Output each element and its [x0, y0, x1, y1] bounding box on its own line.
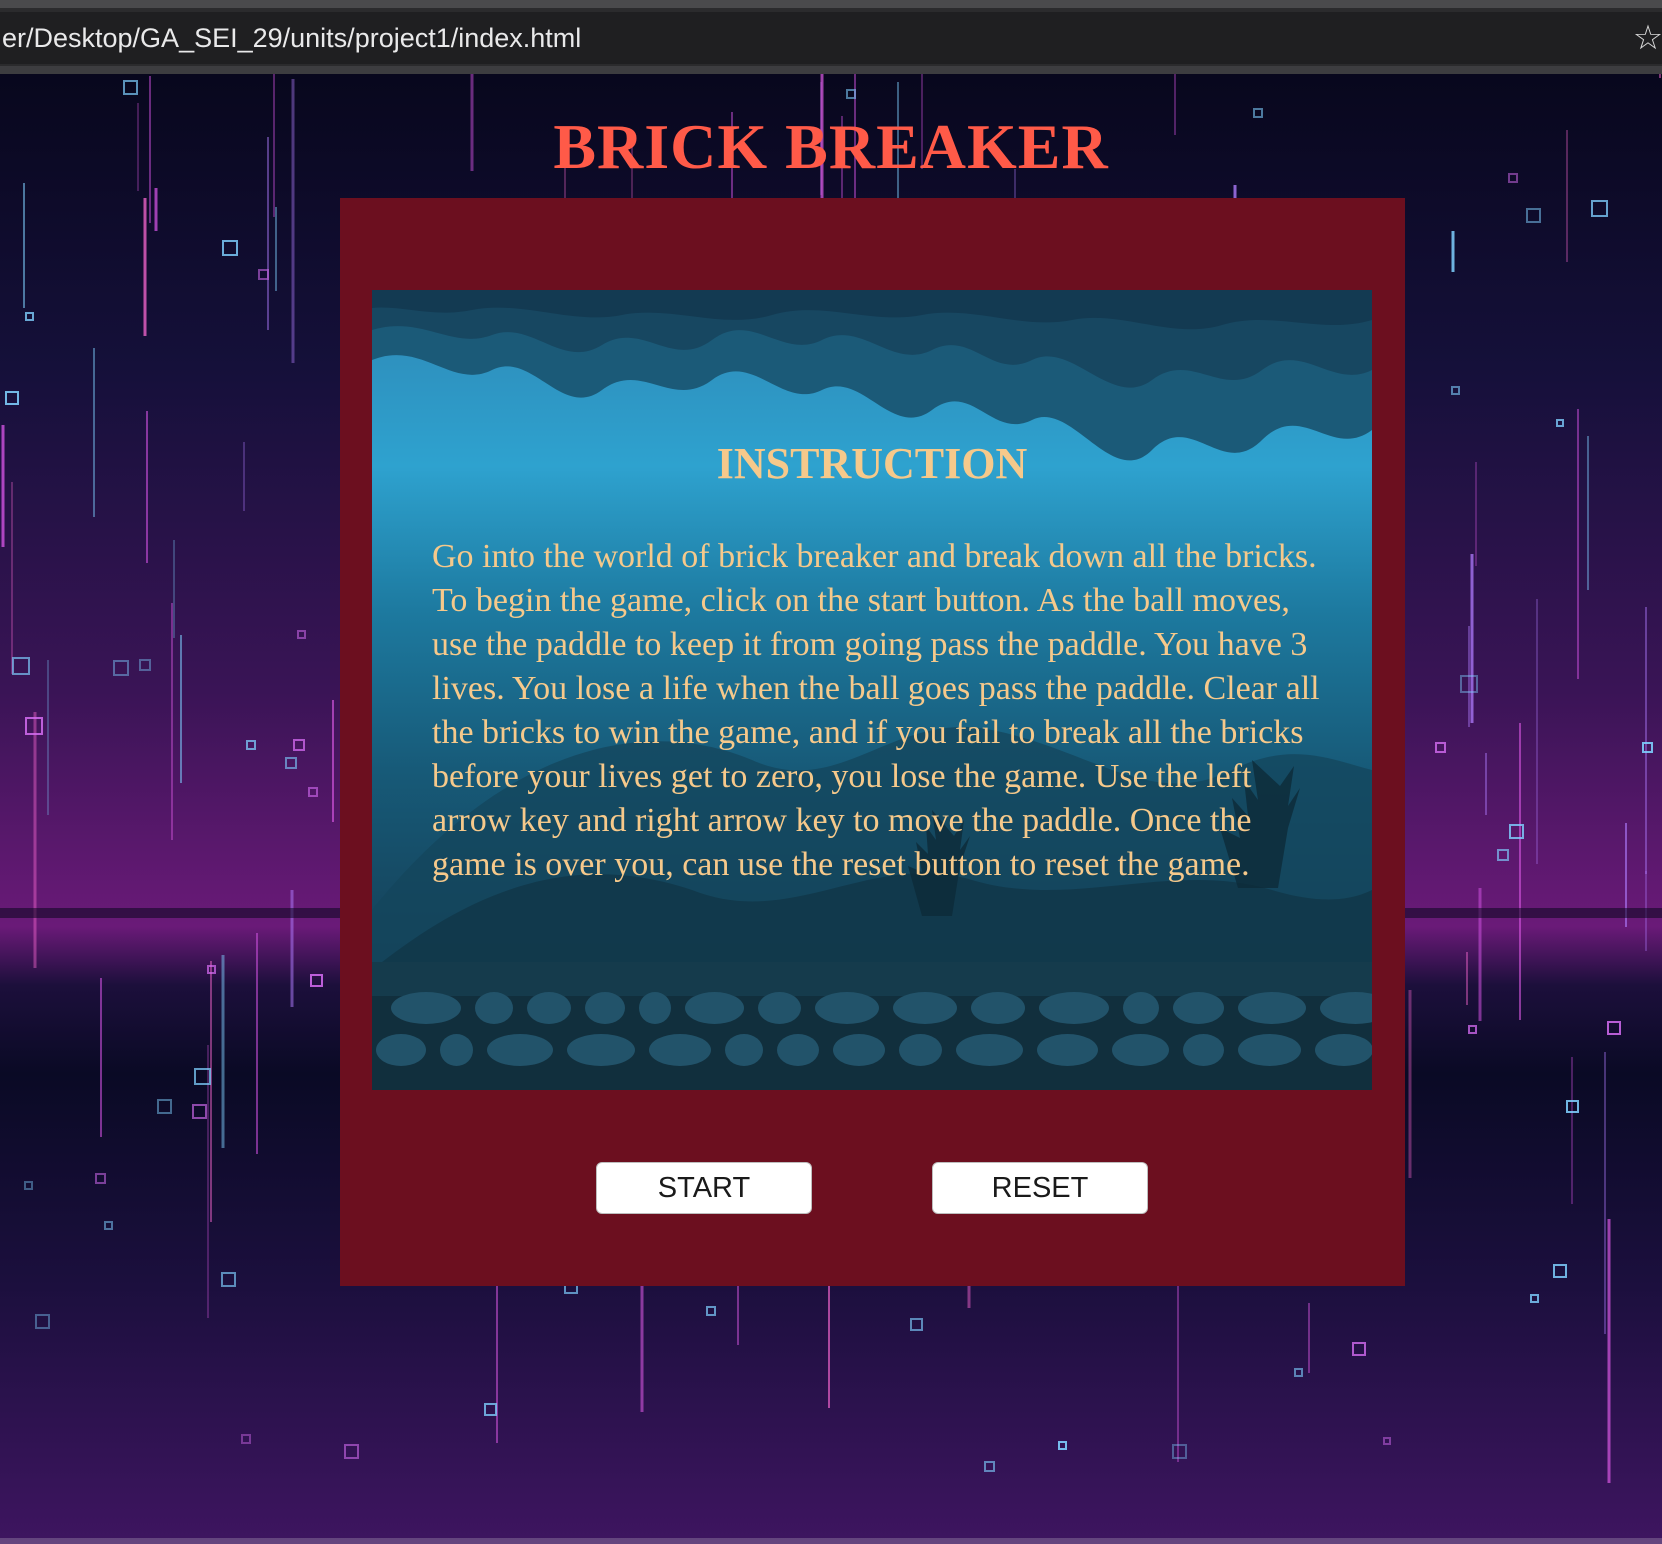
- address-bar[interactable]: er/Desktop/GA_SEI_29/units/project1/inde…: [0, 12, 1662, 64]
- game-title: BRICK BREAKER: [553, 111, 1109, 182]
- start-button[interactable]: START: [596, 1162, 812, 1214]
- browser-tab-strip: [0, 0, 1662, 8]
- instruction-card: INSTRUCTION Go into the world of brick b…: [372, 290, 1372, 1090]
- page-bottom-edge: [0, 1538, 1662, 1544]
- instruction-text: Go into the world of brick breaker and b…: [432, 538, 1320, 883]
- reset-button[interactable]: RESET: [932, 1162, 1148, 1214]
- star-icon[interactable]: ☆: [1628, 12, 1662, 64]
- toolbar-divider: [0, 66, 1662, 74]
- browser-toolbar: er/Desktop/GA_SEI_29/units/project1/inde…: [0, 0, 1662, 74]
- instruction-heading: INSTRUCTION: [716, 439, 1028, 488]
- game-panel: INSTRUCTION Go into the world of brick b…: [340, 198, 1405, 1286]
